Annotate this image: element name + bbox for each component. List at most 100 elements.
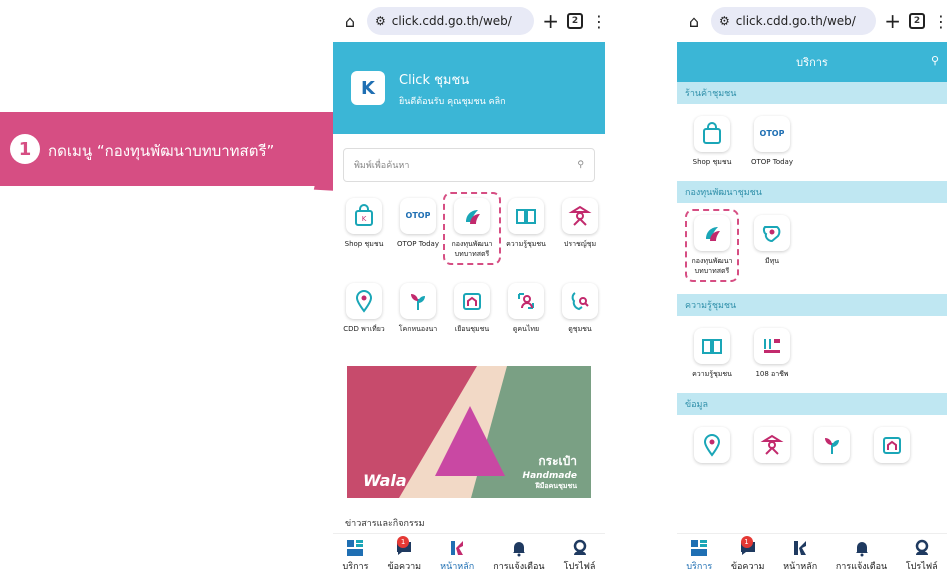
app-logo: K bbox=[351, 71, 385, 105]
service-view-community[interactable]: ดูชุมชน bbox=[553, 283, 605, 334]
service-data-location[interactable] bbox=[687, 427, 737, 463]
app-header: K Click ชุมชน ยินดีต้อนรับ คุณชุมชน คลิก bbox=[333, 42, 605, 134]
section-community-fund: กองทุนพัฒนาชุมชน bbox=[677, 181, 947, 203]
search-icon[interactable]: ⚲ bbox=[931, 54, 939, 67]
nav-profile[interactable]: โปรไฟล์ bbox=[906, 539, 938, 573]
browser-toolbar: ⌂ ⚙ click.cdd.go.th/web/ + 2 ⋮ bbox=[677, 0, 947, 42]
search-placeholder: พิมพ์เพื่อค้นหา bbox=[354, 161, 410, 171]
careers-icon bbox=[764, 339, 780, 353]
phone-home-screen: ⌂ ⚙ click.cdd.go.th/web/ + 2 ⋮ K Click ช… bbox=[333, 0, 605, 577]
instruction-callout: 1 กดเมนู “กองทุนพัฒนาบทบาทสตรี” bbox=[0, 112, 333, 186]
service-data-home[interactable] bbox=[867, 427, 917, 463]
site-settings-icon[interactable]: ⚙ bbox=[375, 14, 386, 28]
service-shop-community[interactable]: Shop ชุมชน bbox=[687, 116, 737, 167]
banner-wala-text: Wala bbox=[363, 471, 407, 490]
otop-logo: OTOP bbox=[406, 211, 430, 220]
service-otop-today[interactable]: OTOP OTOP Today bbox=[391, 198, 445, 263]
browser-toolbar: ⌂ ⚙ click.cdd.go.th/web/ + 2 ⋮ bbox=[333, 0, 605, 42]
nav-home[interactable]: หน้าหลัก bbox=[440, 539, 474, 573]
message-badge: 1 bbox=[740, 535, 753, 548]
service-community-knowledge[interactable]: ความรู้ชุมชน bbox=[499, 198, 553, 263]
new-tab-icon[interactable]: + bbox=[884, 9, 901, 33]
service-mee-tun[interactable]: มีทุน bbox=[747, 215, 797, 280]
section-community-knowledge: ความรู้ชุมชน bbox=[677, 294, 947, 316]
nav-services[interactable]: บริการ bbox=[343, 539, 368, 573]
location-pin-icon bbox=[703, 434, 721, 457]
nav-messages[interactable]: 1 ข้อความ bbox=[731, 535, 765, 573]
service-grid: K Shop ชุมชน OTOP OTOP Today กองทุนพัฒนา… bbox=[333, 192, 605, 334]
map-search-icon bbox=[571, 292, 589, 311]
sprout-icon bbox=[825, 438, 839, 454]
search-icon[interactable]: ⚲ bbox=[577, 160, 584, 170]
location-pin-icon bbox=[355, 290, 373, 313]
nav-services[interactable]: บริการ bbox=[686, 539, 712, 573]
bell-icon bbox=[512, 541, 525, 556]
section-data: ข้อมูล bbox=[677, 393, 947, 415]
app-title: Click ชุมชน bbox=[399, 72, 470, 88]
home-visit-icon bbox=[463, 293, 481, 310]
service-sage[interactable]: ปราชญ์ชุม bbox=[553, 198, 605, 263]
search-input[interactable]: พิมพ์เพื่อค้นหา ⚲ bbox=[343, 148, 595, 182]
service-khok-nong-na[interactable]: โคกหนองนา bbox=[391, 283, 445, 334]
service-data-sprout[interactable] bbox=[807, 427, 857, 463]
sage-icon bbox=[760, 434, 784, 455]
svg-text:OTOP: OTOP bbox=[760, 129, 784, 138]
nav-notifications[interactable]: การแจ้งเตือน bbox=[836, 539, 887, 573]
site-settings-icon[interactable]: ⚙ bbox=[719, 14, 730, 28]
svg-text:OTOP: OTOP bbox=[406, 211, 430, 220]
bottom-nav: บริการ 1 ข้อความ หน้าหลัก การแจ้งเตือน โ… bbox=[677, 533, 947, 577]
person-card-icon bbox=[518, 293, 534, 309]
service-women-fund[interactable]: กองทุนพัฒนา บทบาทสตรี bbox=[443, 192, 501, 265]
home-icon[interactable]: ⌂ bbox=[341, 12, 359, 31]
bell-icon bbox=[855, 541, 868, 556]
service-visit-community[interactable]: เยือนชุมชน bbox=[445, 283, 499, 334]
menu-dots-icon[interactable]: ⋮ bbox=[591, 12, 605, 31]
service-shop-community[interactable]: K Shop ชุมชน bbox=[337, 198, 391, 263]
service-108-careers[interactable]: 108 อาชีพ bbox=[747, 328, 797, 379]
phone-services-screen: ⌂ ⚙ click.cdd.go.th/web/ + 2 ⋮ บริการ ⚲ … bbox=[677, 0, 947, 577]
women-fund-icon bbox=[706, 227, 720, 241]
svg-text:K: K bbox=[362, 215, 367, 223]
otop-logo: OTOP bbox=[760, 129, 784, 138]
tab-count[interactable]: 2 bbox=[909, 13, 925, 29]
services-header: บริการ ⚲ bbox=[677, 42, 947, 82]
service-women-fund[interactable]: กองทุนพัฒนา บทบาทสตรี bbox=[685, 209, 739, 282]
service-data-sage[interactable] bbox=[747, 427, 797, 463]
service-otop-today[interactable]: OTOP OTOP Today bbox=[747, 116, 797, 167]
service-community-knowledge[interactable]: ความรู้ชุมชน bbox=[687, 328, 737, 379]
map-pin-icon bbox=[762, 226, 781, 243]
service-thai-people[interactable]: ดูคนไทย bbox=[499, 283, 553, 334]
bottom-nav: บริการ 1 ข้อความ หน้าหลัก การแจ้งเตือน โ… bbox=[333, 533, 605, 577]
menu-dots-icon[interactable]: ⋮ bbox=[933, 12, 947, 31]
search-area: พิมพ์เพื่อค้นหา ⚲ bbox=[333, 134, 605, 190]
home-logo-icon bbox=[451, 540, 464, 555]
section-community-shop: ร้านค้าชุมชน bbox=[677, 82, 947, 104]
profile-icon bbox=[573, 539, 586, 555]
url-bar[interactable]: ⚙ click.cdd.go.th/web/ bbox=[711, 7, 877, 35]
screenshot-stage: 1 กดเมนู “กองทุนพัฒนาบทบาทสตรี” ⌂ ⚙ clic… bbox=[0, 0, 947, 577]
url-bar[interactable]: ⚙ click.cdd.go.th/web/ bbox=[367, 7, 535, 35]
message-badge: 1 bbox=[397, 535, 410, 548]
url-text: click.cdd.go.th/web/ bbox=[391, 14, 512, 28]
nav-profile[interactable]: โปรไฟล์ bbox=[564, 539, 595, 573]
promo-banner[interactable]: กระเป๋า Handmade ฝีมือคนชุมชน Wala bbox=[347, 366, 591, 498]
new-tab-icon[interactable]: + bbox=[542, 9, 559, 33]
home-logo-icon bbox=[794, 540, 807, 555]
tab-count[interactable]: 2 bbox=[567, 13, 583, 29]
sprout-icon bbox=[411, 294, 425, 310]
services-grid-icon bbox=[347, 539, 364, 556]
book-icon bbox=[516, 209, 536, 224]
profile-icon bbox=[915, 539, 928, 555]
step-number: 1 bbox=[10, 134, 40, 164]
url-text: click.cdd.go.th/web/ bbox=[735, 14, 856, 28]
shop-bag-icon: K bbox=[355, 204, 373, 226]
nav-notifications[interactable]: การแจ้งเตือน bbox=[493, 539, 545, 573]
women-fund-icon bbox=[466, 210, 480, 224]
nav-messages[interactable]: 1 ข้อความ bbox=[387, 535, 421, 573]
nav-home[interactable]: หน้าหลัก bbox=[783, 539, 817, 573]
services-title: บริการ bbox=[796, 56, 828, 69]
sage-icon bbox=[568, 205, 592, 226]
home-icon[interactable]: ⌂ bbox=[685, 12, 703, 31]
service-cdd-travel[interactable]: CDD พาเที่ยว bbox=[337, 283, 391, 334]
news-section-title: ข่าวสารและกิจกรรม bbox=[345, 519, 425, 529]
